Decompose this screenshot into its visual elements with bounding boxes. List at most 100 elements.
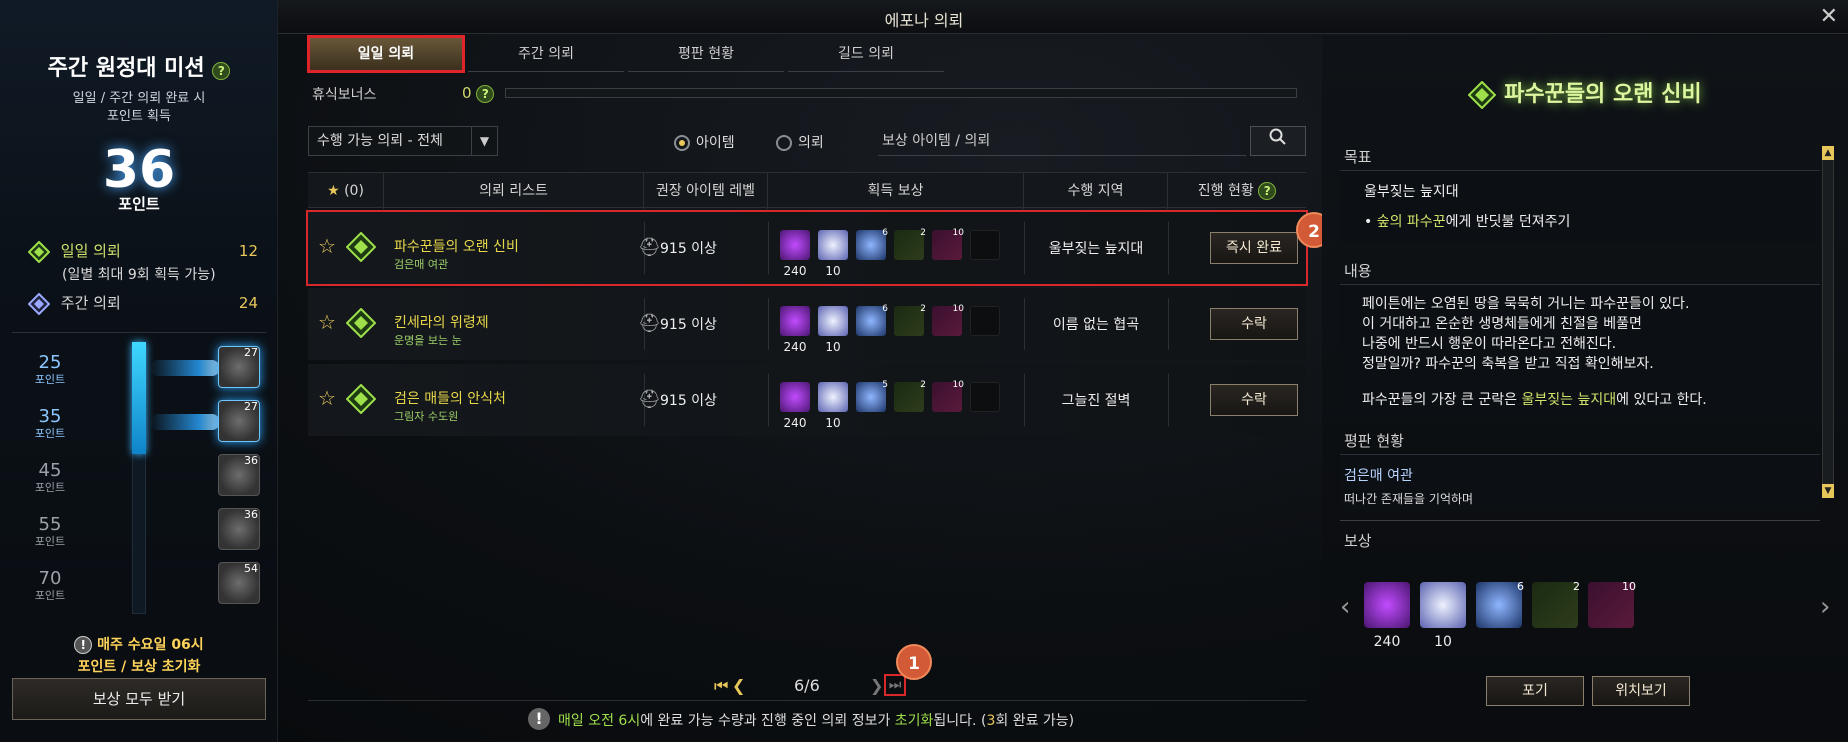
claim-all-button[interactable]: 보상 모두 받기 xyxy=(12,678,266,720)
reward-potion-icon[interactable]: 2 xyxy=(1532,580,1580,628)
reward-box-70[interactable]: 54 xyxy=(218,562,260,604)
content-line-1: 페이튼에는 오염된 땅을 묵묵히 거니는 파수꾼들이 있다. xyxy=(1362,296,1690,312)
tab-guild[interactable]: 길드 의뢰 xyxy=(788,36,944,72)
radio-item[interactable]: 아이템 xyxy=(674,132,735,152)
mission-progress-fill xyxy=(132,342,146,454)
weekly-mission-title-text: 주간 원정대 미션 xyxy=(47,56,205,81)
quest-row[interactable]: ☆ 파수꾼들의 오랜 신비 검은매 여관 ⛑ 915 이상 240 10 6 2 10 울부짖는 늪… xyxy=(306,210,1308,286)
reward-crystal-count: 10 xyxy=(825,264,841,278)
reward-crystal-icon[interactable] xyxy=(818,306,848,336)
goal-zone: 울부짖는 늪지대 xyxy=(1364,184,1459,200)
divider xyxy=(1168,298,1169,350)
tab-reputation[interactable]: 평판 현황 xyxy=(628,36,784,72)
quest-zone: 이름 없는 협곡 xyxy=(1052,317,1140,333)
reward-box-55[interactable]: 36 xyxy=(218,508,260,550)
first-page-icon[interactable]: ⏮ xyxy=(714,676,728,696)
reward-crystal-icon[interactable] xyxy=(818,382,848,412)
reward-horn-icon[interactable]: 10 xyxy=(932,304,964,336)
accept-button[interactable]: 수락 xyxy=(1210,384,1298,416)
next-page-icon[interactable]: ❯ xyxy=(870,676,883,695)
last-page-icon[interactable]: ⏭ xyxy=(884,674,906,696)
quest-name: 킨세라의 위령제 xyxy=(394,315,489,331)
reward-gem-icon[interactable] xyxy=(1364,582,1410,628)
daily-quest-icon xyxy=(1468,80,1497,110)
goal-objective: • 숲의 파수꾼에게 반딧불 던져주기 xyxy=(1364,214,1571,230)
column-zone[interactable]: 수행 지역 xyxy=(1024,173,1168,209)
quest-filter-dropdown[interactable]: 수행 가능 의뢰 - 전체 ▼ xyxy=(308,126,498,156)
daily-quest-icon xyxy=(346,384,376,414)
reward-crystal-icon[interactable] xyxy=(1420,582,1466,628)
reward-crystal-icon[interactable] xyxy=(818,230,848,260)
reward-horn-icon[interactable]: 10 xyxy=(1588,580,1636,628)
help-icon[interactable]: ? xyxy=(212,62,231,80)
reward-horn-icon[interactable]: 10 xyxy=(932,228,964,260)
star-icon[interactable]: ☆ xyxy=(318,386,336,410)
reward-gem-icon[interactable] xyxy=(780,382,810,412)
radio-quest[interactable]: 의뢰 xyxy=(776,132,824,152)
divider xyxy=(1024,298,1025,350)
reward-box-45[interactable]: 36 xyxy=(218,454,260,496)
radio-dot xyxy=(674,135,690,151)
rest-bonus-bar xyxy=(505,88,1297,98)
search-button[interactable] xyxy=(1250,126,1306,156)
daily-quest-label: 일일 의뢰 xyxy=(60,242,121,260)
reward-box-35[interactable]: 27 xyxy=(218,400,260,442)
tab-weekly[interactable]: 주간 의뢰 xyxy=(468,36,624,72)
detail-scrollbar[interactable]: ▲ ▼ xyxy=(1822,146,1834,498)
scroll-down-icon[interactable]: ▼ xyxy=(1822,484,1834,498)
abandon-button[interactable]: 포기 xyxy=(1486,676,1584,706)
quest-row[interactable]: ☆ 검은 매들의 안식처 그림자 수도원 ⛑ 915 이상 240 10 5 2 10 그늘진 절벽… xyxy=(308,364,1306,436)
column-status: 진행 현황 ? xyxy=(1168,173,1306,209)
annotation-badge-1: 1 xyxy=(896,644,932,680)
divider xyxy=(1340,520,1820,521)
reward-shard-icon[interactable]: 5 xyxy=(856,380,888,412)
quest-source: 검은매 여관 xyxy=(394,258,449,271)
radio-dot xyxy=(776,135,792,151)
weekly-quest-count-row: 주간 의뢰 24 xyxy=(28,292,258,315)
column-item-level[interactable]: 권장 아이템 레벨 xyxy=(644,173,768,209)
close-icon[interactable]: ✕ xyxy=(1820,4,1838,29)
scroll-up-icon[interactable]: ▲ xyxy=(1822,146,1834,160)
info-icon: ! xyxy=(74,636,93,654)
divider xyxy=(768,374,769,426)
points-label: 포인트 xyxy=(118,195,160,213)
reward-shard-icon[interactable]: 6 xyxy=(856,304,888,336)
star-icon[interactable]: ☆ xyxy=(318,234,336,258)
help-icon[interactable]: ? xyxy=(1258,182,1277,200)
search-icon xyxy=(1269,128,1286,145)
content-line-3: 나중에 반드시 행운이 따라온다고 전해진다. xyxy=(1362,336,1617,352)
quest-row[interactable]: ☆ 킨세라의 위령제 운명을 보는 눈 ⛑ 915 이상 240 10 6 2 10 이름 없는 협… xyxy=(308,288,1306,360)
page-indicator: 6/6 xyxy=(794,676,820,695)
chevron-left-icon[interactable]: ‹ xyxy=(1340,592,1350,622)
reward-potion-icon[interactable]: 2 xyxy=(894,228,926,260)
reward-box-25[interactable]: 27 xyxy=(218,346,260,388)
tab-daily[interactable]: 일일 의뢰 xyxy=(307,35,465,73)
prev-page-icon[interactable]: ❮ xyxy=(732,676,745,695)
column-reward: 획득 보상 xyxy=(768,173,1024,209)
instant-complete-button[interactable]: 즉시 완료 xyxy=(1210,232,1298,264)
star-icon[interactable]: ☆ xyxy=(318,310,336,334)
reward-shard-icon[interactable]: 6 xyxy=(856,228,888,260)
milestone-25: 25 포인트 xyxy=(34,352,66,386)
chevron-right-icon[interactable]: › xyxy=(1820,592,1830,622)
reward-horn-icon[interactable]: 10 xyxy=(932,380,964,412)
favorite-column[interactable]: ★ (0) xyxy=(308,173,384,209)
reward-shard-icon[interactable]: 6 xyxy=(1476,580,1524,628)
reward-gem-icon[interactable] xyxy=(780,230,810,260)
accept-button[interactable]: 수락 xyxy=(1210,308,1298,340)
search-input[interactable]: 보상 아이템 / 의뢰 xyxy=(878,126,1246,156)
reward-gem-icon[interactable] xyxy=(780,306,810,336)
divider xyxy=(768,298,769,350)
quest-source: 운명을 보는 눈 xyxy=(394,334,462,347)
column-quest-list[interactable]: 의뢰 리스트 xyxy=(384,173,644,209)
help-icon[interactable]: ? xyxy=(476,85,495,103)
locate-button[interactable]: 위치보기 xyxy=(1592,676,1690,706)
reward-potion-icon[interactable]: 2 xyxy=(894,380,926,412)
reward-potion-icon[interactable]: 2 xyxy=(894,304,926,336)
quest-zone: 울부짖는 늪지대 xyxy=(1048,241,1144,257)
milestone-35: 35 포인트 xyxy=(34,406,66,440)
quest-name: 검은 매들의 안식처 xyxy=(394,391,506,407)
milestone-glow xyxy=(150,360,220,376)
divider xyxy=(12,332,266,333)
weekly-quest-count: 24 xyxy=(238,294,258,312)
